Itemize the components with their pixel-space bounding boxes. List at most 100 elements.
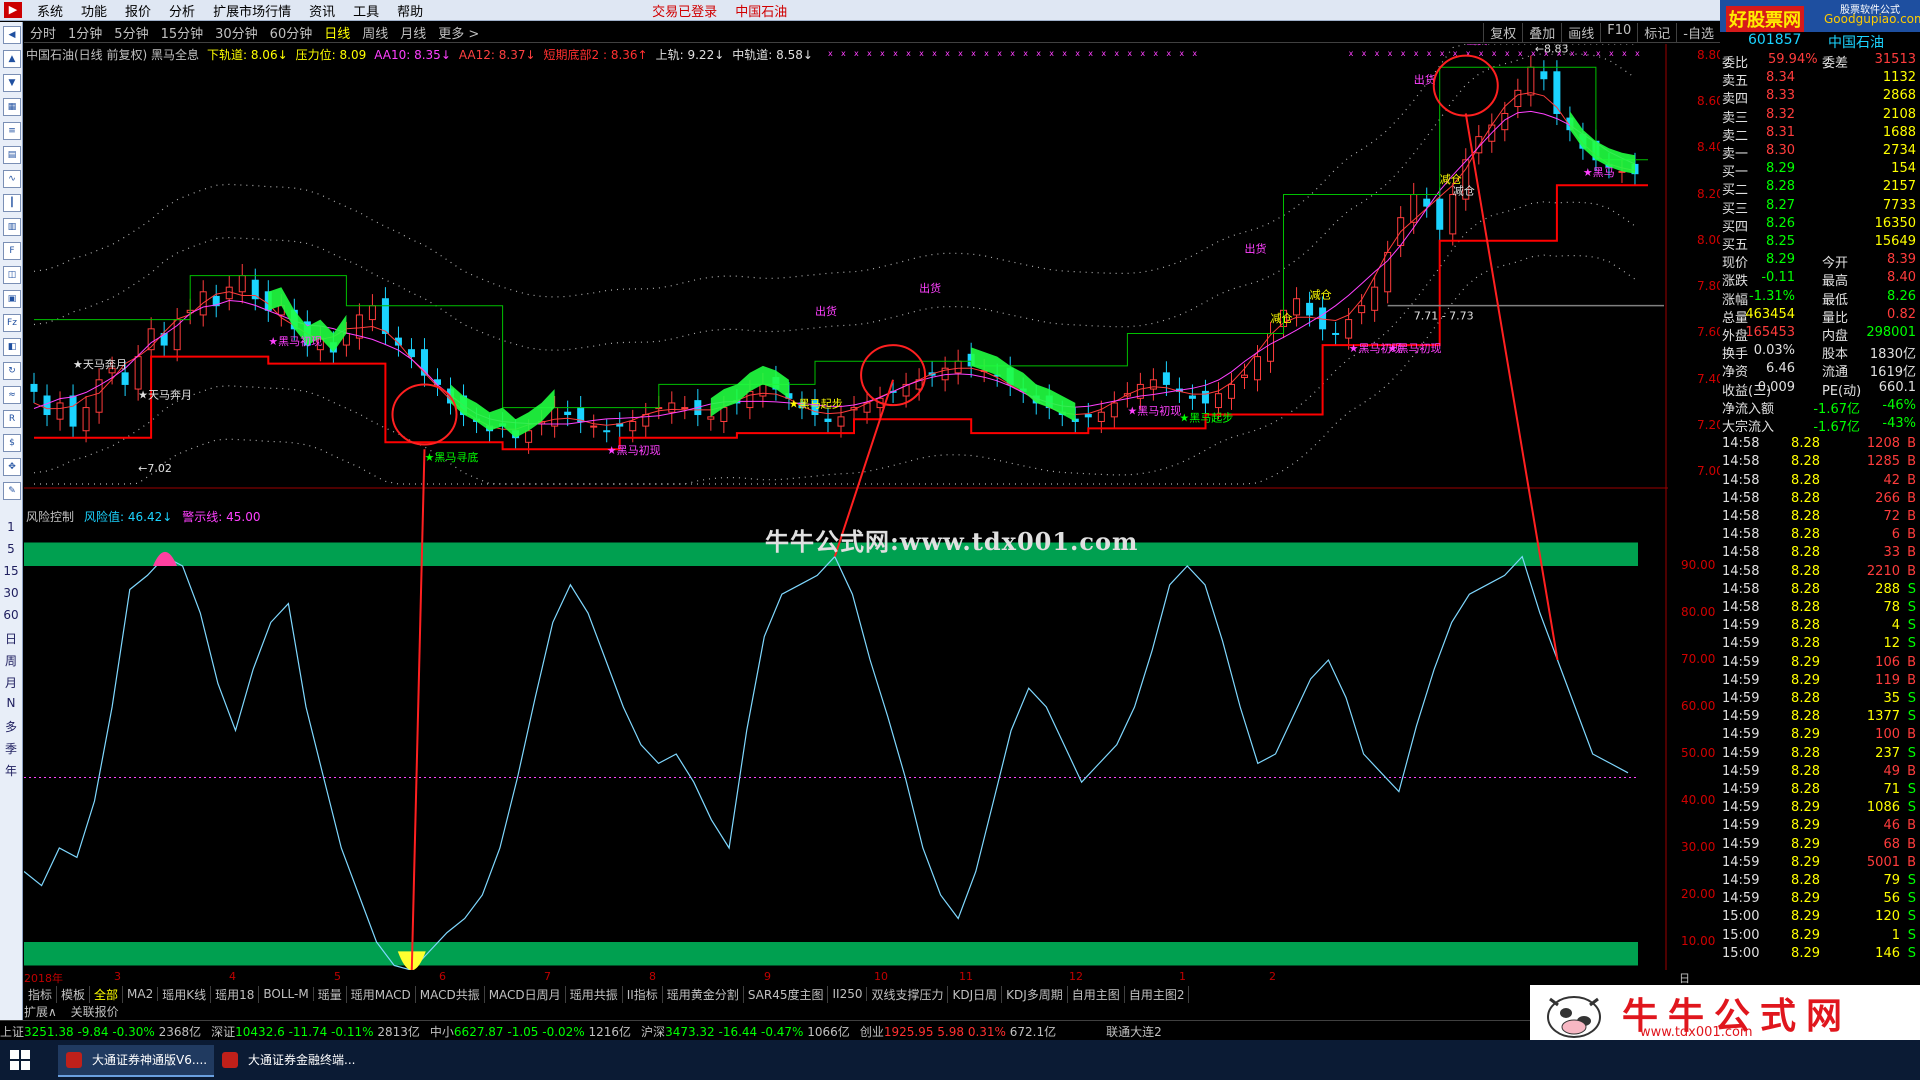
period-15min[interactable]: 15分钟	[155, 23, 210, 42]
indicator-tab[interactable]: 瑶用18	[211, 985, 260, 1003]
period-1min[interactable]: 1分钟	[62, 23, 108, 42]
left-period-item[interactable]: 周	[0, 652, 22, 674]
tick-side: B	[1907, 818, 1916, 834]
indicator-tab[interactable]: 双线支撑压力	[867, 985, 949, 1003]
index-item[interactable]: 中小6627.87 -1.05 -0.02% 1216亿	[430, 1023, 631, 1040]
dollar-icon[interactable]: $	[3, 434, 21, 452]
f10-icon[interactable]: F	[3, 242, 21, 260]
period-monthly[interactable]: 月线	[394, 23, 432, 42]
index-item[interactable]: 深证10432.6 -11.74 -0.11% 2813亿	[211, 1023, 420, 1040]
index-change: -1.05	[507, 1024, 543, 1039]
indicator-tab[interactable]: KDJ日周	[948, 985, 1003, 1003]
left-period-item[interactable]: 5	[0, 542, 22, 564]
period-60min[interactable]: 60分钟	[264, 23, 319, 42]
period-weekly[interactable]: 周线	[356, 23, 394, 42]
index-name: 中小	[429, 1024, 454, 1039]
menu-item-system[interactable]: 系统	[28, 1, 72, 20]
left-period-item[interactable]: 季	[0, 740, 22, 762]
left-period-item[interactable]: N	[0, 696, 22, 718]
wave-icon[interactable]: ≈	[3, 386, 21, 404]
line-chart-icon[interactable]: ∿	[3, 170, 21, 188]
up-icon[interactable]: ▲	[3, 50, 21, 68]
left-period-item[interactable]: 月	[0, 674, 22, 696]
down-icon[interactable]: ▼	[3, 74, 21, 92]
mark-button[interactable]: 标记	[1637, 22, 1676, 42]
restore-right-button[interactable]: 复权	[1483, 22, 1522, 42]
calc-icon[interactable]: ▣	[3, 290, 21, 308]
menu-item-news[interactable]: 资讯	[300, 1, 344, 20]
indicator-tab[interactable]: 自用主图	[1068, 985, 1125, 1003]
app-logo-icon[interactable]: ▶	[4, 2, 22, 18]
left-period-item[interactable]: 60	[0, 608, 22, 630]
left-period-item[interactable]: 多	[0, 718, 22, 740]
indicator-tab[interactable]: 瑶量	[314, 985, 347, 1003]
table-icon[interactable]: ▤	[3, 146, 21, 164]
menu-item-ext-market[interactable]: 扩展市场行情	[204, 1, 300, 20]
watchlist-button[interactable]: -自选	[1676, 22, 1720, 42]
list-icon[interactable]: ≡	[3, 122, 21, 140]
quote-value: -1.31%	[1749, 288, 1795, 304]
period-daily[interactable]: 日线	[318, 23, 356, 42]
indicator-tab[interactable]: 全部	[90, 985, 124, 1003]
indicator-tab[interactable]: II指标	[623, 985, 663, 1003]
candle-body	[1188, 395, 1196, 399]
indicator-tab[interactable]: 瑶用黄金分割	[663, 985, 744, 1003]
left-period-item[interactable]: 30	[0, 586, 22, 608]
indicator-tab[interactable]: MACD共振	[416, 985, 485, 1003]
left-period-item[interactable]: 1	[0, 520, 22, 542]
period-more[interactable]: 更多 >	[432, 23, 485, 42]
chart-area[interactable]: xxxxxxxxxxxxxxxxxxxxxxxxxxxxxxxxxxxxxxxx…	[24, 44, 1668, 970]
top-signal-marker: x	[1375, 49, 1380, 58]
indicator-tab[interactable]: 瑶用K线	[158, 985, 212, 1003]
candle-body	[551, 407, 559, 427]
indicator-tab[interactable]: 指标	[24, 985, 58, 1003]
draw-line-button[interactable]: 画线	[1561, 22, 1600, 42]
rsi-icon[interactable]: R	[3, 410, 21, 428]
grid-icon[interactable]: ▦	[3, 98, 21, 116]
pencil-icon[interactable]: ✎	[3, 482, 21, 500]
top-signal-marker: x	[971, 49, 976, 58]
back-icon[interactable]: ◀	[3, 26, 21, 44]
index-item[interactable]: 沪深3473.32 -16.44 -0.47% 1066亿	[641, 1023, 850, 1040]
period-intraday[interactable]: 分时	[24, 23, 62, 42]
overlay-button[interactable]: 叠加	[1522, 22, 1561, 42]
indicator-tab[interactable]: 瑶用共振	[566, 985, 623, 1003]
left-period-item[interactable]: 日	[0, 630, 22, 652]
tick-row: 14:58 8.28 72 B	[1720, 509, 1920, 527]
indicator-tab[interactable]: 瑶用MACD	[347, 985, 416, 1003]
taskbar-item-app2[interactable]: 大通证券金融终端...	[214, 1045, 398, 1077]
tick-side: B	[1907, 472, 1916, 488]
indicator-tab[interactable]: SAR45度主图	[744, 985, 829, 1003]
indicator-tab[interactable]: BOLL-M	[259, 987, 314, 1001]
menu-item-tools[interactable]: 工具	[344, 1, 388, 20]
related-quote-tab[interactable]: 关联报价	[71, 1005, 119, 1019]
f10-button[interactable]: F10	[1600, 22, 1637, 42]
index-item[interactable]: 上证3251.38 -9.84 -0.30% 2368亿	[0, 1023, 201, 1040]
windows-start-icon[interactable]	[10, 1050, 30, 1070]
left-period-item[interactable]: 年	[0, 762, 22, 784]
expand-tab[interactable]: 扩展∧	[24, 1005, 57, 1019]
index-change: -11.74	[288, 1024, 332, 1039]
doc-icon[interactable]: ◧	[3, 338, 21, 356]
refresh-icon[interactable]: ↻	[3, 362, 21, 380]
menu-item-quote[interactable]: 报价	[116, 1, 160, 20]
menu-item-analysis[interactable]: 分析	[160, 1, 204, 20]
menu-item-help[interactable]: 帮助	[388, 1, 432, 20]
news-icon[interactable]: ◫	[3, 266, 21, 284]
indicator-tab[interactable]: 自用主图2	[1125, 985, 1190, 1003]
index-item[interactable]: 创业1925.95 5.98 0.31% 672.1亿	[860, 1023, 1056, 1040]
fz-icon[interactable]: Fz	[3, 314, 21, 332]
indicator-tab[interactable]: MACD日周月	[485, 985, 566, 1003]
move-icon[interactable]: ✥	[3, 458, 21, 476]
sheet-icon[interactable]: ▥	[3, 218, 21, 236]
indicator-tab[interactable]: KDJ多周期	[1002, 985, 1068, 1003]
candle-icon[interactable]: ┃	[3, 194, 21, 212]
period-30min[interactable]: 30分钟	[209, 23, 264, 42]
indicator-tab[interactable]: 模板	[57, 985, 91, 1003]
indicator-tab[interactable]: II250	[828, 987, 868, 1001]
indicator-tab[interactable]: MA2	[123, 987, 159, 1001]
period-5min[interactable]: 5分钟	[108, 23, 154, 42]
menu-item-function[interactable]: 功能	[72, 1, 116, 20]
index-pct: 0.31%	[967, 1024, 1010, 1039]
left-period-item[interactable]: 15	[0, 564, 22, 586]
